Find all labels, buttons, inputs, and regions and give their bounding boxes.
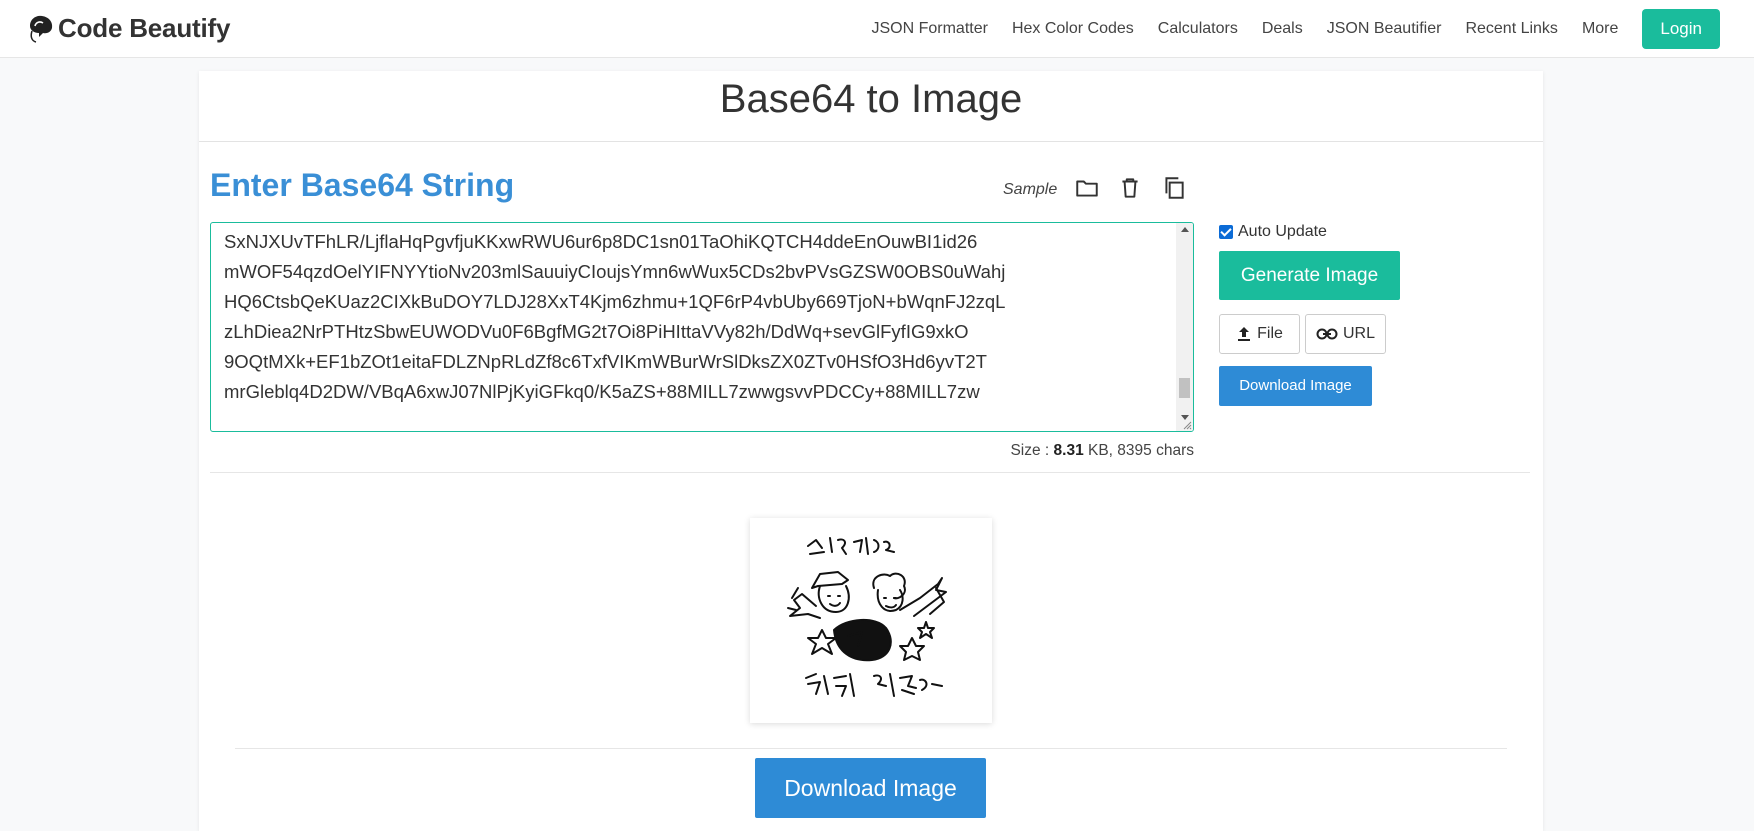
trash-icon[interactable] [1117, 175, 1143, 201]
brand[interactable]: Code Beautify [26, 10, 230, 46]
size-label: Size : [1010, 442, 1050, 459]
nav-json-beautifier[interactable]: JSON Beautifier [1327, 20, 1442, 38]
size-unit: KB, [1088, 442, 1113, 459]
resize-grip-icon[interactable] [1182, 420, 1192, 430]
nav-more[interactable]: More [1582, 20, 1618, 38]
auto-update-toggle[interactable]: Auto Update [1219, 223, 1327, 241]
tool-card: Base64 to Image Enter Base64 String Samp… [199, 71, 1543, 831]
size-info: Size : 8.31 KB, 8395 chars [949, 442, 1194, 460]
scroll-up-arrow-icon[interactable] [1181, 227, 1189, 232]
page-title: Base64 to Image [719, 77, 1023, 121]
download-image-side-button[interactable]: Download Image [1219, 366, 1372, 406]
title-divider [199, 141, 1543, 142]
brand-logo-icon [30, 15, 53, 43]
nav-deals[interactable]: Deals [1262, 20, 1303, 38]
file-button-label: File [1257, 325, 1283, 342]
nav-hex-color-codes[interactable]: Hex Color Codes [1012, 20, 1134, 38]
login-button[interactable]: Login [1642, 9, 1720, 49]
nav-json-formatter[interactable]: JSON Formatter [871, 20, 987, 38]
preview-divider [235, 748, 1507, 749]
size-kb: 8.31 [1053, 442, 1084, 459]
sample-link[interactable]: Sample [1003, 181, 1057, 199]
download-image-button[interactable]: Download Image [755, 758, 986, 818]
scroll-thumb[interactable] [1179, 378, 1190, 398]
nav-recent-links[interactable]: Recent Links [1465, 20, 1558, 38]
base64-text: SxNJXUvTFhLR/LjflaHqPgvfjuKKxwRWU6ur6p8D… [224, 231, 1006, 402]
file-upload-button[interactable]: File [1219, 314, 1300, 354]
navbar: Code Beautify JSON Formatter Hex Color C… [0, 0, 1754, 58]
preview-sticker-image [787, 537, 947, 697]
url-button[interactable]: URL [1305, 314, 1386, 354]
input-heading: Enter Base64 String [210, 167, 515, 203]
nav-links: JSON Formatter Hex Color Codes Calculato… [871, 0, 1754, 58]
base64-textarea[interactable]: SxNJXUvTFhLR/LjflaHqPgvfjuKKxwRWU6ur6p8D… [210, 222, 1194, 432]
auto-update-checkbox[interactable] [1219, 225, 1233, 239]
section-divider [210, 472, 1530, 473]
textarea-scrollbar[interactable] [1176, 223, 1193, 431]
generate-image-button[interactable]: Generate Image [1219, 251, 1400, 300]
nav-calculators[interactable]: Calculators [1158, 20, 1238, 38]
image-preview [750, 518, 992, 723]
url-button-label: URL [1342, 325, 1375, 342]
folder-icon[interactable] [1074, 175, 1100, 201]
auto-update-label: Auto Update [1238, 223, 1327, 240]
link-icon [1316, 328, 1338, 340]
brand-name: Code Beautify [58, 12, 231, 43]
size-chars: 8395 chars [1117, 442, 1194, 459]
copy-icon[interactable] [1161, 175, 1187, 201]
upload-icon [1238, 327, 1251, 341]
